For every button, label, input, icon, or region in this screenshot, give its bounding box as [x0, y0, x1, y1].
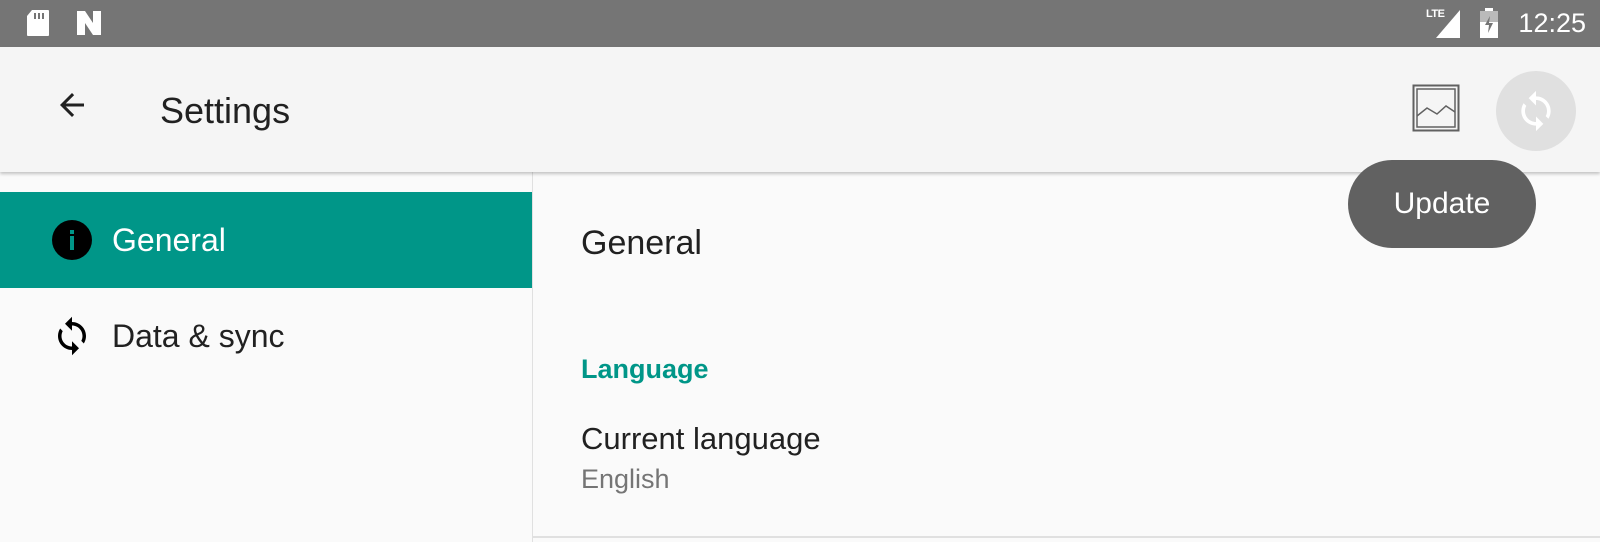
signal-icon: [1436, 10, 1460, 43]
sync-icon: [1521, 90, 1551, 132]
divider: [533, 536, 1600, 538]
image-icon: [1412, 84, 1460, 132]
category-header: Language: [581, 354, 709, 384]
sync-button[interactable]: [1496, 71, 1576, 151]
preference-summary: English: [581, 464, 670, 494]
sidebar-item-data-sync[interactable]: Data & sync: [0, 288, 532, 384]
info-icon: [50, 218, 94, 262]
sync-icon: [50, 314, 94, 358]
app-toolbar: Settings: [0, 47, 1600, 172]
sd-card-icon: [26, 9, 50, 42]
battery-icon: [1479, 8, 1499, 43]
section-title: General: [581, 224, 702, 262]
preference-title: Current language: [581, 421, 821, 456]
clock: 12:25: [1518, 8, 1586, 38]
update-tooltip: Update: [1348, 160, 1536, 248]
sidebar-item-label: General: [112, 222, 226, 258]
status-bar: LTE 12:25: [0, 0, 1600, 47]
image-button[interactable]: [1412, 84, 1460, 132]
page-title: Settings: [160, 90, 291, 131]
back-button[interactable]: [40, 73, 104, 137]
current-language-preference[interactable]: Current language English: [533, 412, 1600, 542]
settings-sidebar: General Data & sync: [0, 172, 533, 542]
n-logo-icon: [75, 9, 103, 42]
arrow-left-icon: [60, 93, 84, 117]
sidebar-item-general[interactable]: General: [0, 192, 532, 288]
sidebar-item-label: Data & sync: [112, 318, 285, 354]
